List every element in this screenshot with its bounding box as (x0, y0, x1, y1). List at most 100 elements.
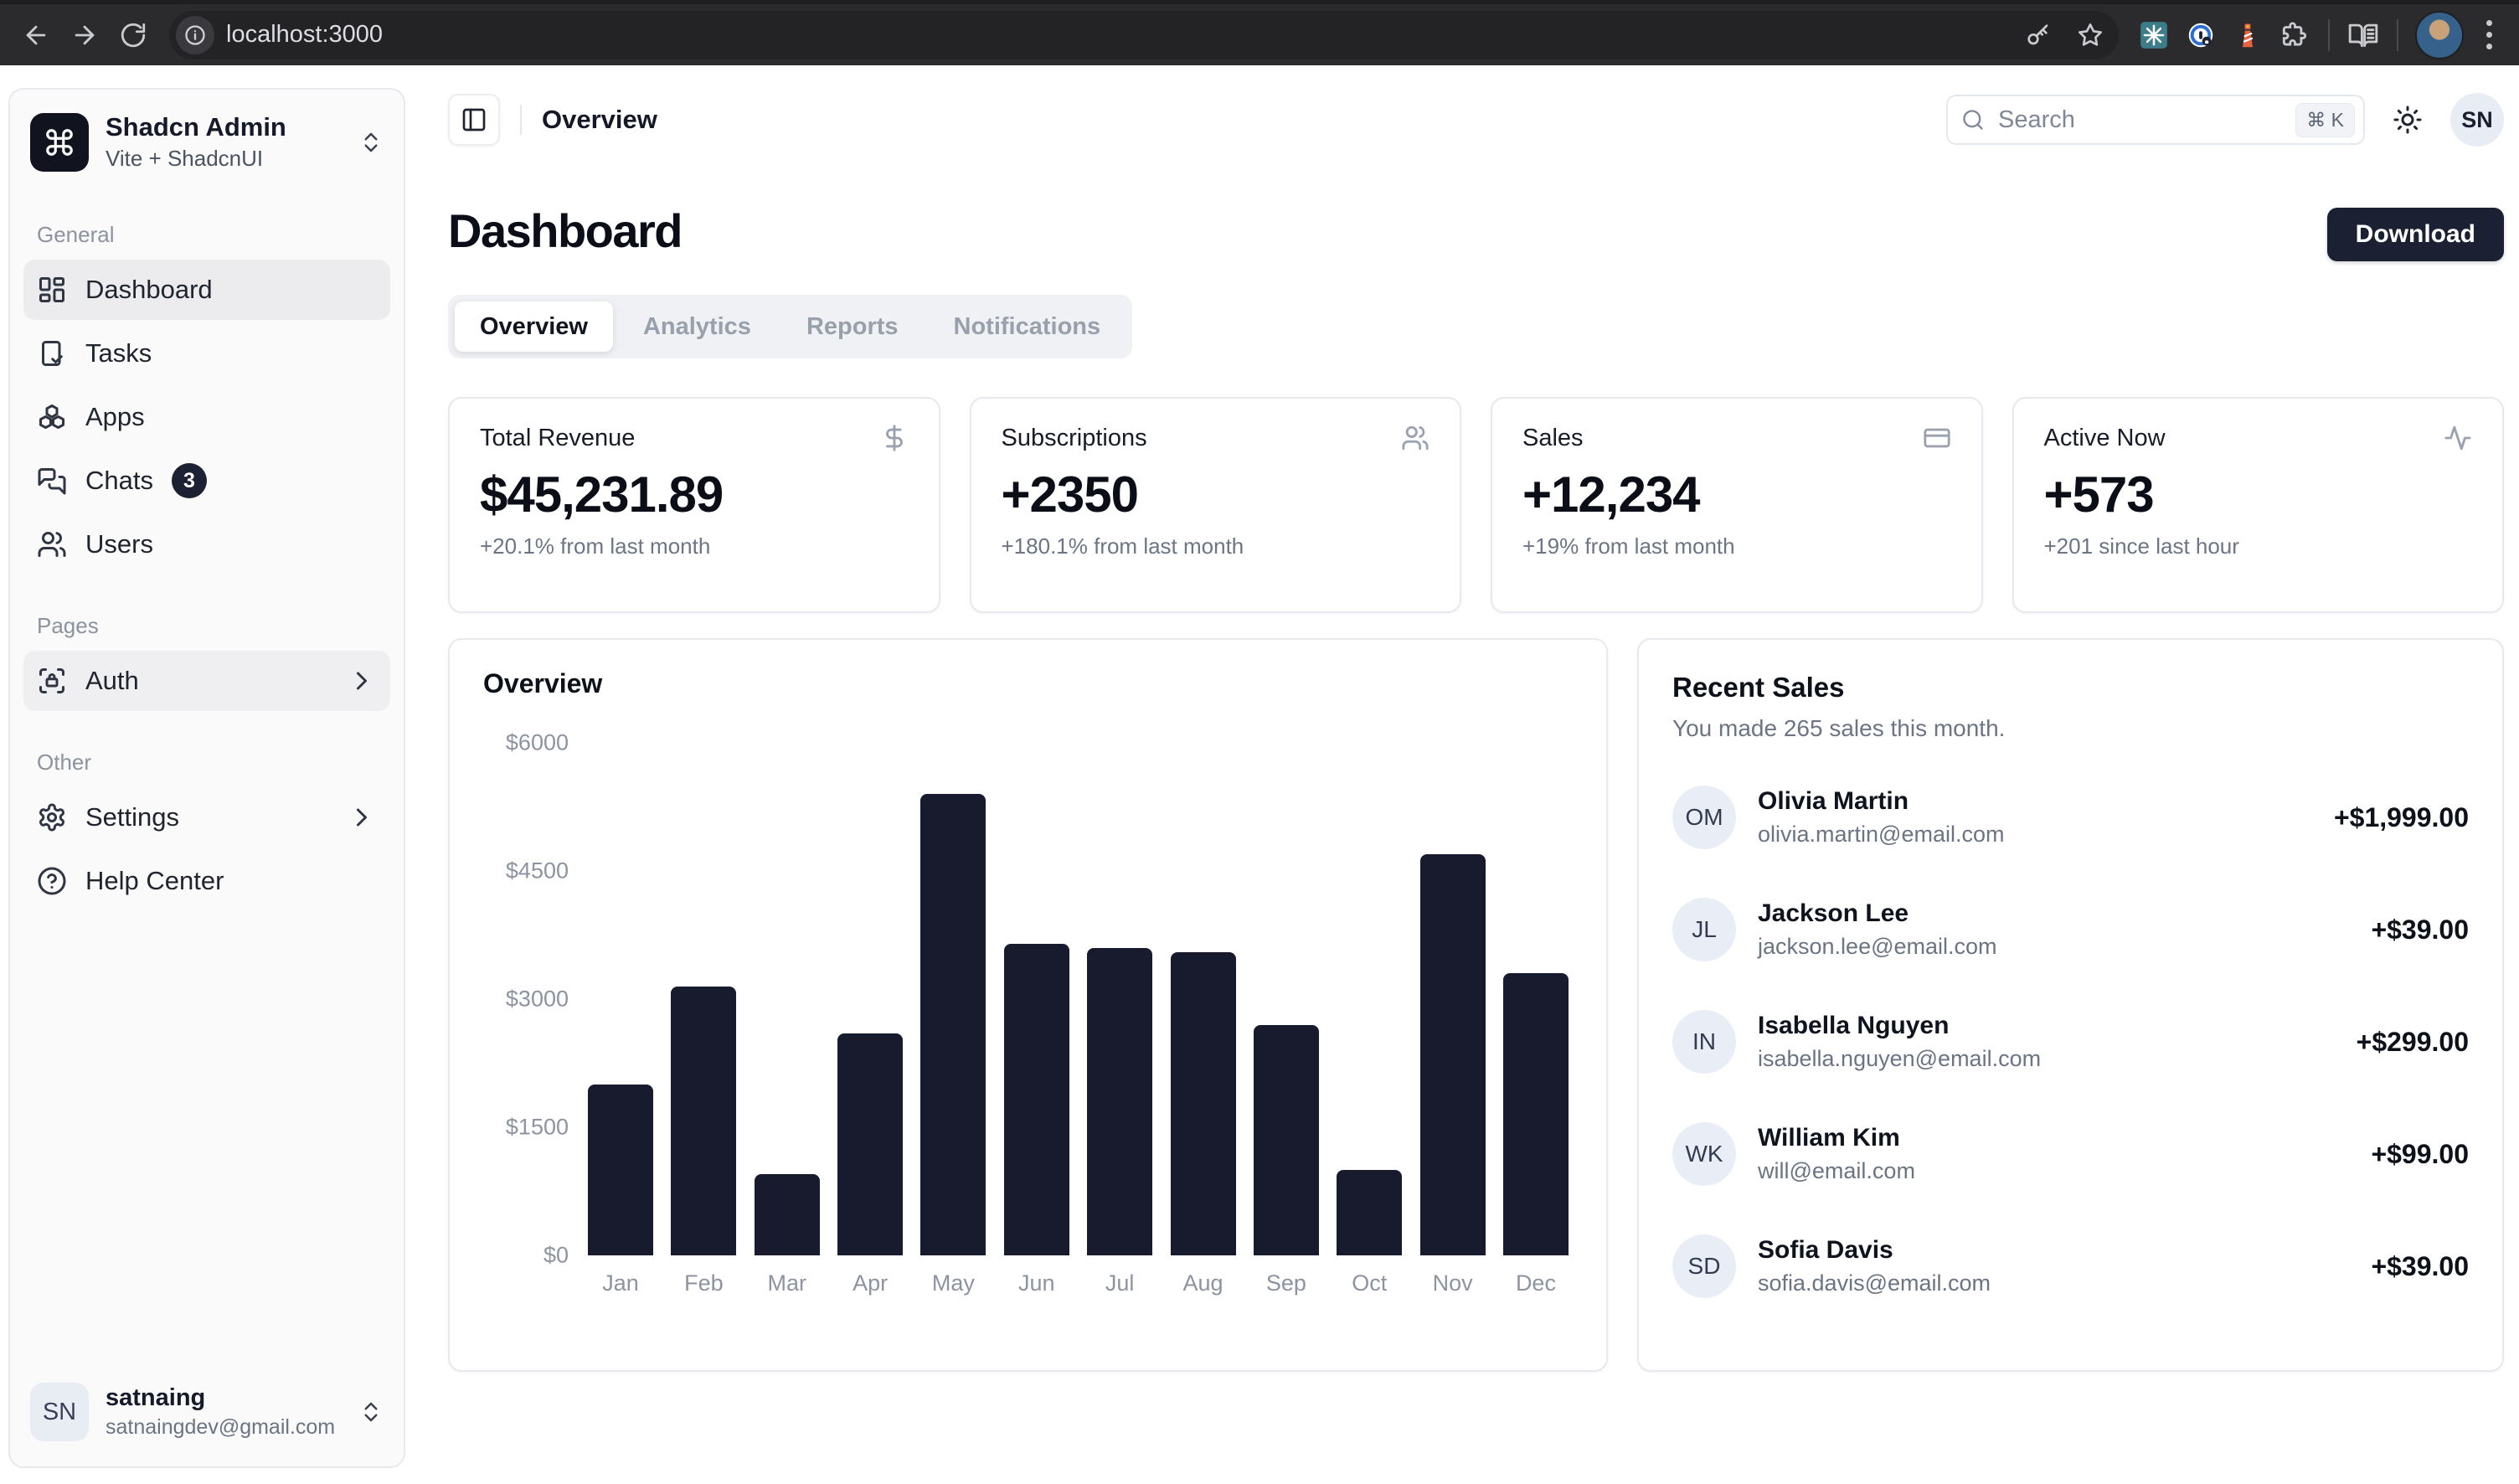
packages-icon (37, 402, 67, 432)
sale-name: Jackson Lee (1758, 899, 1997, 928)
sidebar-item-label: Help Center (85, 866, 224, 896)
extension-password-manager-icon[interactable] (2179, 13, 2223, 57)
reading-list-icon[interactable] (2341, 13, 2385, 57)
sidebar-item-label: Tasks (85, 338, 152, 368)
sale-name: Sofia Davis (1758, 1236, 1991, 1265)
stat-card-sales: Sales +12,234 +19% from last month (1491, 397, 1983, 613)
sidebar-item-help-center[interactable]: Help Center (23, 851, 390, 911)
avatar: SD (1672, 1234, 1736, 1298)
sidebar-item-tasks[interactable]: Tasks (23, 323, 390, 384)
list-item: JL Jackson Lee jackson.lee@email.com +$3… (1672, 898, 2469, 961)
bar-chart-bars: JanFebMarAprMayJunJulAugSepOctNovDec (584, 743, 1573, 1255)
sale-amount: +$1,999.00 (2334, 802, 2469, 833)
app-shell: Shadcn Admin Vite + ShadcnUI General Das… (0, 65, 2519, 1484)
stat-title: Total Revenue (480, 425, 635, 452)
bar-slot: Jun (1003, 743, 1070, 1255)
site-info-icon[interactable] (176, 16, 214, 54)
bar-slot: Nov (1419, 743, 1486, 1255)
bar-jan (588, 1085, 653, 1255)
list-item: OM Olivia Martin olivia.martin@email.com… (1672, 786, 2469, 849)
stat-note: +19% from last month (1522, 533, 1951, 559)
tab-reports[interactable]: Reports (781, 301, 924, 352)
y-tick: $3000 (506, 987, 569, 1013)
sidebar-item-chats[interactable]: Chats 3 (23, 451, 390, 511)
tab-analytics[interactable]: Analytics (618, 301, 776, 352)
recent-sales-title: Recent Sales (1672, 672, 2469, 703)
reload-icon[interactable] (111, 13, 156, 58)
stat-title: Subscriptions (1002, 425, 1147, 452)
sidebar-item-dashboard[interactable]: Dashboard (23, 260, 390, 320)
sidebar-toggle-button[interactable] (448, 94, 500, 146)
sidebar-item-settings[interactable]: Settings (23, 787, 390, 848)
avatar: IN (1672, 1010, 1736, 1074)
command-icon (30, 113, 89, 172)
download-button[interactable]: Download (2327, 208, 2504, 261)
stat-value: $45,231.89 (480, 466, 909, 523)
forward-icon[interactable] (62, 13, 107, 58)
sidebar-user-menu[interactable]: SN satnaing satnaingdev@gmail.com (23, 1374, 390, 1450)
panel-left-icon (461, 106, 487, 133)
bar-mar (755, 1174, 820, 1255)
search-input[interactable] (1996, 106, 2284, 135)
main-content: Overview ⌘ K SN Dashboard Download Overv… (405, 65, 2519, 1484)
team-subtitle: Vite + ShadcnUI (106, 146, 286, 172)
chevron-right-icon (347, 802, 377, 832)
list-item: SD Sofia Davis sofia.davis@email.com +$3… (1672, 1234, 2469, 1298)
sidebar-item-users[interactable]: Users (23, 514, 390, 575)
help-circle-icon (37, 866, 67, 896)
recent-sales-subtitle: You made 265 sales this month. (1672, 715, 2469, 742)
stat-card-total-revenue: Total Revenue $45,231.89 +20.1% from las… (448, 397, 940, 613)
search-box[interactable]: ⌘ K (1946, 95, 2365, 145)
bar-oct (1337, 1170, 1402, 1255)
bottom-panels: Overview $6000$4500$3000$1500$0 JanFebMa… (448, 638, 2504, 1372)
browser-menu-icon[interactable] (2472, 20, 2506, 49)
toolbar-divider-2 (2397, 19, 2398, 51)
avatar: JL (1672, 898, 1736, 961)
profile-avatar[interactable]: SN (2450, 93, 2504, 147)
tab-bar: Overview Analytics Reports Notifications (448, 295, 1132, 358)
list-item: WK William Kim will@email.com +$99.00 (1672, 1122, 2469, 1186)
stat-title: Active Now (2044, 425, 2166, 452)
activity-icon (2444, 424, 2472, 452)
team-name: Shadcn Admin (106, 113, 286, 142)
user-name: satnaing (106, 1384, 335, 1412)
sidebar-group-other: Other (37, 750, 390, 775)
back-icon[interactable] (13, 13, 59, 58)
stat-value: +12,234 (1522, 466, 1951, 523)
stat-cards: Total Revenue $45,231.89 +20.1% from las… (448, 397, 2504, 613)
theme-toggle-button[interactable] (2385, 97, 2430, 142)
y-axis: $6000$4500$3000$1500$0 (483, 743, 584, 1255)
password-key-icon[interactable] (2018, 15, 2058, 55)
tab-overview[interactable]: Overview (455, 301, 613, 352)
extensions-puzzle-icon[interactable] (2273, 13, 2316, 57)
extension-lighthouse-icon[interactable] (2226, 13, 2269, 57)
recent-sales-list: OM Olivia Martin olivia.martin@email.com… (1672, 786, 2469, 1298)
address-bar[interactable]: localhost:3000 (169, 11, 2119, 59)
stat-note: +201 since last hour (2044, 533, 2473, 559)
bookmark-star-icon[interactable] (2070, 15, 2110, 55)
sidebar: Shadcn Admin Vite + ShadcnUI General Das… (8, 88, 405, 1468)
chevron-right-icon (347, 666, 377, 696)
team-switcher[interactable]: Shadcn Admin Vite + ShadcnUI (23, 106, 390, 178)
stat-note: +180.1% from last month (1002, 533, 1430, 559)
screen: localhost:3000 (0, 0, 2519, 1484)
messages-icon (37, 466, 67, 496)
bar-may (920, 794, 986, 1255)
extension-teal-icon[interactable] (2132, 13, 2176, 57)
stat-card-subscriptions: Subscriptions +2350 +180.1% from last mo… (970, 397, 1462, 613)
browser-profile-avatar[interactable] (2415, 11, 2464, 59)
recent-sales-card: Recent Sales You made 265 sales this mon… (1637, 638, 2504, 1372)
user-email: satnaingdev@gmail.com (106, 1415, 335, 1440)
sidebar-item-auth[interactable]: Auth (23, 651, 390, 711)
bar-aug (1171, 952, 1236, 1255)
sidebar-item-apps[interactable]: Apps (23, 387, 390, 447)
sale-email: jackson.lee@email.com (1758, 934, 1997, 960)
bar-slot: Oct (1336, 743, 1403, 1255)
bar-apr (837, 1033, 903, 1255)
browser-toolbar: localhost:3000 (0, 0, 2519, 65)
chevrons-up-down-icon (358, 130, 384, 155)
sale-email: olivia.martin@email.com (1758, 822, 2004, 848)
sidebar-item-label: Users (85, 529, 153, 559)
bar-dec (1503, 973, 1569, 1255)
tab-notifications[interactable]: Notifications (929, 301, 1126, 352)
